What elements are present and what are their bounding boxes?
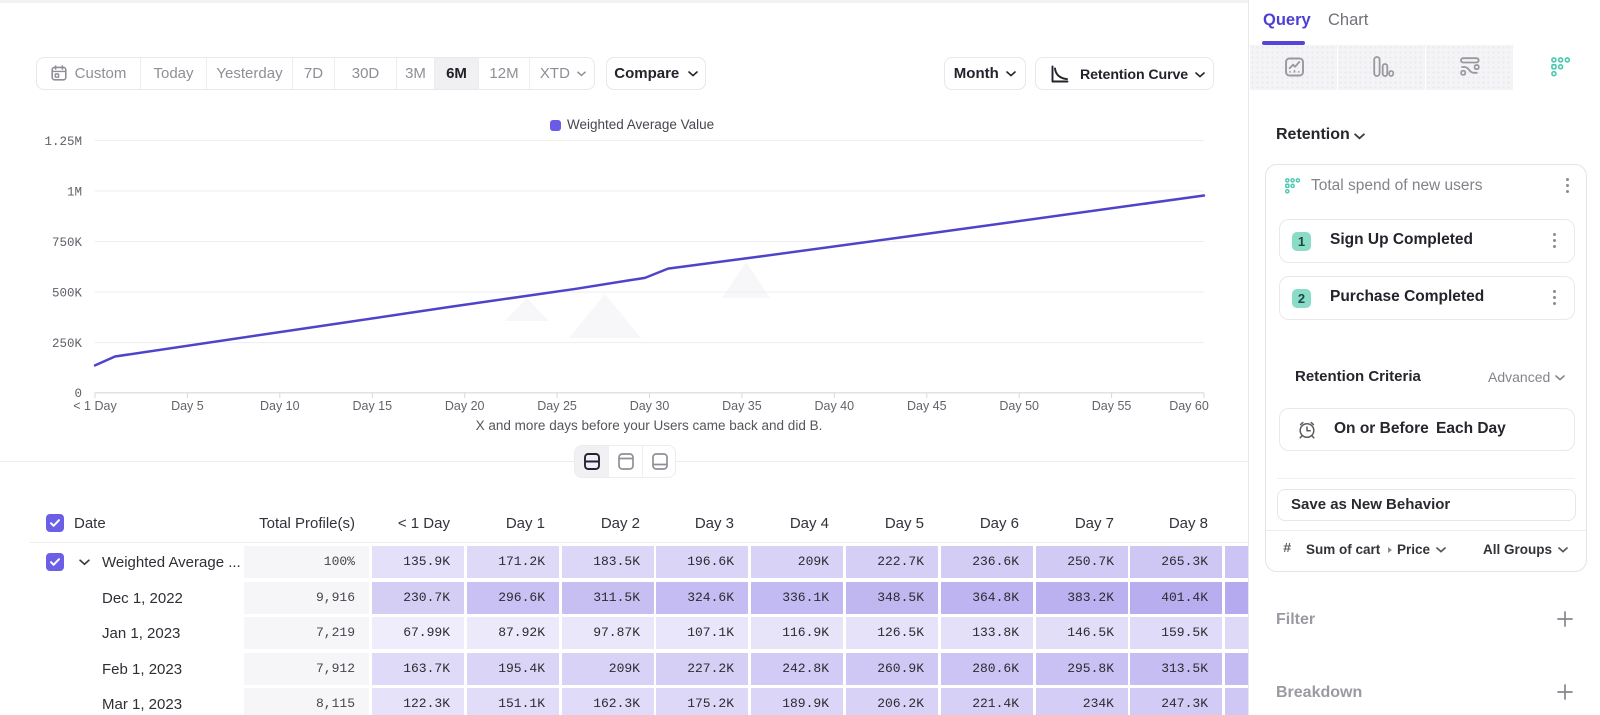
svg-text:1M: 1M <box>67 186 82 200</box>
svg-text:Day 15: Day 15 <box>352 399 392 413</box>
svg-text:Day 20: Day 20 <box>445 399 485 413</box>
svg-text:Day 10: Day 10 <box>260 399 300 413</box>
svg-text:Day 45: Day 45 <box>907 399 947 413</box>
svg-text:Day 5: Day 5 <box>171 399 204 413</box>
svg-text:Day 60: Day 60 <box>1169 399 1209 413</box>
svg-text:250K: 250K <box>52 337 83 351</box>
svg-text:Day 25: Day 25 <box>537 399 577 413</box>
svg-text:500K: 500K <box>52 287 83 301</box>
svg-text:Day 30: Day 30 <box>630 399 670 413</box>
svg-text:Day 40: Day 40 <box>814 399 854 413</box>
svg-text:< 1 Day: < 1 Day <box>73 399 117 413</box>
svg-text:Day 55: Day 55 <box>1092 399 1132 413</box>
svg-text:750K: 750K <box>52 236 83 250</box>
svg-text:Day 35: Day 35 <box>722 399 762 413</box>
svg-text:1.25M: 1.25M <box>44 135 82 149</box>
svg-text:Day 50: Day 50 <box>999 399 1039 413</box>
